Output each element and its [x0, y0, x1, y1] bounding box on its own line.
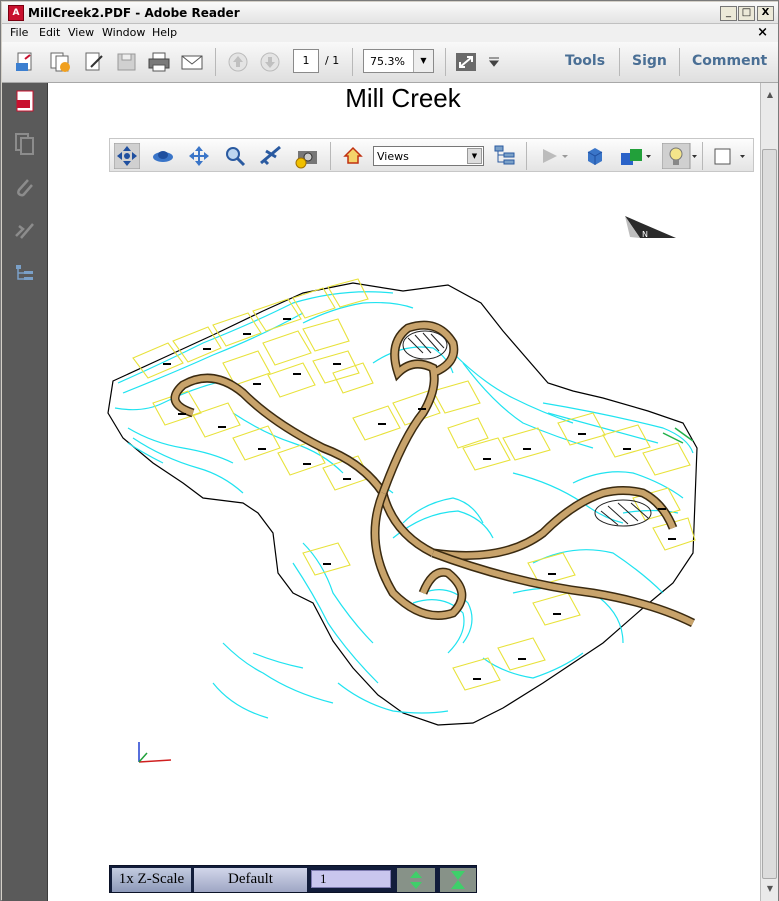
chevron-down-icon[interactable]: ▼ [413, 50, 433, 72]
menu-view[interactable]: View [68, 26, 94, 39]
camera-icon[interactable] [294, 143, 320, 169]
hourglass-icon[interactable] [440, 868, 476, 892]
model-tree-toggle-icon[interactable] [492, 143, 518, 169]
menu-window[interactable]: Window [102, 26, 145, 39]
render-mode-icon[interactable] [582, 143, 608, 169]
rotate-icon[interactable] [114, 143, 140, 169]
up-down-stepper-icon[interactable] [397, 868, 435, 892]
north-arrow-icon: N [625, 216, 676, 239]
navigation-pane [2, 83, 48, 901]
toolbar-separator [702, 142, 703, 170]
menu-help[interactable]: Help [152, 26, 177, 39]
toolbar-separator [352, 48, 353, 76]
pages-icon[interactable] [13, 132, 37, 156]
main-toolbar: 1 / 1 75.3% ▼ Tools Sign Comment [2, 42, 778, 83]
previous-page-icon[interactable] [226, 51, 250, 73]
vertical-scrollbar[interactable]: ▲ ▼ [760, 83, 778, 901]
scroll-down-icon[interactable]: ▼ [762, 881, 778, 897]
tools-link[interactable]: Tools [565, 53, 605, 69]
model-render-color-icon[interactable] [710, 143, 750, 169]
menu-bar: File Edit View Window Help × [2, 24, 778, 42]
views-label: Views [377, 150, 409, 163]
zoom-value: 75.3% [370, 55, 405, 68]
zoom-select[interactable]: 75.3% ▼ [363, 49, 434, 73]
toolbar-separator [526, 142, 527, 170]
create-pdf-icon[interactable] [14, 51, 38, 73]
page-total: / 1 [325, 54, 339, 67]
play-icon[interactable] [538, 143, 570, 169]
chevron-down-icon[interactable]: ▼ [467, 148, 482, 164]
edit-pdf-icon[interactable] [82, 51, 106, 73]
sign-link[interactable]: Sign [632, 53, 667, 69]
document-title: Mill Creek [48, 83, 760, 114]
toolbar-separator [679, 48, 680, 76]
home-icon[interactable] [340, 143, 366, 169]
site-plan-3d-model[interactable] [103, 263, 703, 733]
title-bar: A MillCreek2.PDF - Adobe Reader _ □ X [2, 2, 778, 24]
page-separator: / [325, 54, 329, 67]
fit-window-icon[interactable] [454, 51, 478, 73]
attachment-icon[interactable] [13, 176, 37, 200]
svg-text:N: N [642, 230, 648, 239]
page-number-input[interactable]: 1 [293, 49, 319, 73]
value-input[interactable]: 1 [311, 870, 391, 888]
axis-gizmo-icon [138, 742, 172, 763]
fly-icon[interactable] [258, 143, 284, 169]
pdf-page-icon[interactable] [13, 89, 37, 113]
next-page-icon[interactable] [258, 51, 282, 73]
preset-button[interactable]: Default [194, 868, 307, 892]
close-document-button[interactable]: × [757, 25, 768, 40]
zoom-icon[interactable] [222, 143, 248, 169]
pan-icon[interactable] [186, 143, 212, 169]
lighting-icon[interactable] [662, 143, 698, 169]
model-tree-icon[interactable] [13, 262, 37, 286]
scroll-thumb[interactable] [762, 149, 777, 879]
minimize-button[interactable]: _ [720, 6, 737, 21]
window-title: MillCreek2.PDF - Adobe Reader [28, 6, 240, 20]
save-icon[interactable] [115, 51, 139, 73]
print-icon[interactable] [147, 51, 171, 73]
toolbar-3d: Views ▼ [109, 138, 754, 172]
email-icon[interactable] [180, 51, 204, 73]
spin-icon[interactable] [150, 143, 176, 169]
3d-control-bar: 1x Z-Scale Default 1 [109, 865, 477, 893]
maximize-button[interactable]: □ [738, 6, 755, 21]
menu-file[interactable]: File [10, 26, 28, 39]
toolbar-separator [330, 142, 331, 170]
z-scale-button[interactable]: 1x Z-Scale [112, 868, 191, 892]
toolbar-separator [445, 48, 446, 76]
document-title-text: Mill Creek [345, 83, 461, 113]
customize-toolbar-icon[interactable] [487, 51, 501, 73]
close-button[interactable]: X [757, 6, 774, 21]
comment-link[interactable]: Comment [692, 53, 767, 69]
views-select[interactable]: Views ▼ [373, 146, 484, 166]
app-window: A MillCreek2.PDF - Adobe Reader _ □ X Fi… [0, 0, 779, 901]
toolbar-separator [619, 48, 620, 76]
background-color-icon[interactable] [616, 143, 652, 169]
pdf-app-icon: A [8, 5, 24, 21]
scroll-up-icon[interactable]: ▲ [762, 87, 778, 103]
menu-edit[interactable]: Edit [39, 26, 60, 39]
document-viewport[interactable]: Mill Creek Views ▼ N 1x Z-Scale Default … [48, 83, 760, 901]
toolbar-separator [215, 48, 216, 76]
page-total-count: 1 [332, 54, 340, 67]
combine-files-icon[interactable] [48, 51, 72, 73]
signature-icon[interactable] [13, 219, 37, 243]
